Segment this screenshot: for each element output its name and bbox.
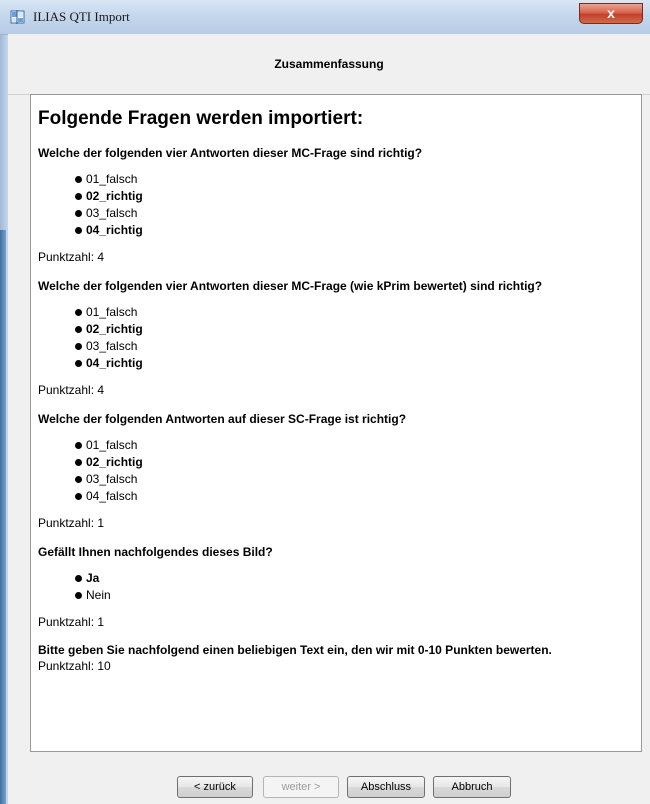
summary-panel[interactable]: Folgende Fragen werden importiert: Welch… (30, 94, 642, 752)
wizard-header: Zusammenfassung (8, 34, 650, 95)
close-icon: x (607, 5, 615, 21)
app-icon (10, 9, 26, 25)
question-block: Welche der folgenden vier Antworten dies… (38, 145, 636, 265)
answer-item: 03_falsch (75, 338, 636, 355)
points-label: Punktzahl: 4 (38, 250, 105, 264)
answer-list: 01_falsch 02_richtig 03_falsch 04_richti… (38, 304, 636, 372)
answer-list: Ja Nein (38, 570, 636, 604)
finish-button[interactable]: Abschluss (347, 776, 425, 798)
answer-item: Nein (75, 587, 636, 604)
page-title: Zusammenfassung (274, 57, 384, 71)
points-label: Punktzahl: 1 (38, 516, 105, 530)
points-label: Punktzahl: 4 (38, 383, 105, 397)
window-title: ILIAS QTI Import (33, 9, 130, 24)
answer-item: 01_falsch (75, 437, 636, 454)
cancel-button[interactable]: Abbruch (433, 776, 511, 798)
summary-heading: Folgende Fragen werden importiert: (38, 108, 364, 129)
question-text: Welche der folgenden vier Antworten dies… (38, 146, 423, 160)
next-button[interactable]: weiter > (263, 776, 339, 798)
answer-item-correct: 04_richtig (75, 355, 636, 372)
wizard-footer: < zurück weiter > Abschluss Abbruch (8, 752, 650, 804)
back-button[interactable]: < zurück (177, 776, 253, 798)
question-text: Welche der folgenden Antworten auf diese… (38, 412, 407, 426)
close-button[interactable]: x (579, 3, 643, 24)
answer-item: 01_falsch (75, 304, 636, 321)
answer-item-correct: 02_richtig (75, 321, 636, 338)
question-block: Bitte geben Sie nachfolgend einen belieb… (38, 642, 636, 674)
answer-item: 04_falsch (75, 488, 636, 505)
answer-item-correct: 02_richtig (75, 188, 636, 205)
answer-item-correct: Ja (75, 570, 636, 587)
question-block: Gefällt Ihnen nachfolgendes dieses Bild?… (38, 544, 636, 630)
answer-item: 03_falsch (75, 205, 636, 222)
title-bar[interactable]: ILIAS QTI Import x (0, 0, 650, 35)
window-left-edge (0, 0, 8, 804)
answer-list: 01_falsch 02_richtig 03_falsch 04_falsch (38, 437, 636, 505)
answer-item: 03_falsch (75, 471, 636, 488)
points-label: Punktzahl: 1 (38, 615, 105, 629)
import-wizard-window: ILIAS QTI Import x Zusammenfassung Folge… (0, 0, 650, 804)
answer-item-correct: 04_richtig (75, 222, 636, 239)
points-label: Punktzahl: 10 (38, 659, 111, 673)
question-text: Welche der folgenden vier Antworten dies… (38, 279, 543, 293)
answer-item-correct: 02_richtig (75, 454, 636, 471)
question-block: Welche der folgenden Antworten auf diese… (38, 411, 636, 531)
answer-list: 01_falsch 02_richtig 03_falsch 04_richti… (38, 171, 636, 239)
question-text: Bitte geben Sie nachfolgend einen belieb… (38, 643, 552, 657)
answer-item: 01_falsch (75, 171, 636, 188)
question-block: Welche der folgenden vier Antworten dies… (38, 278, 636, 398)
question-text: Gefällt Ihnen nachfolgendes dieses Bild? (38, 545, 273, 559)
